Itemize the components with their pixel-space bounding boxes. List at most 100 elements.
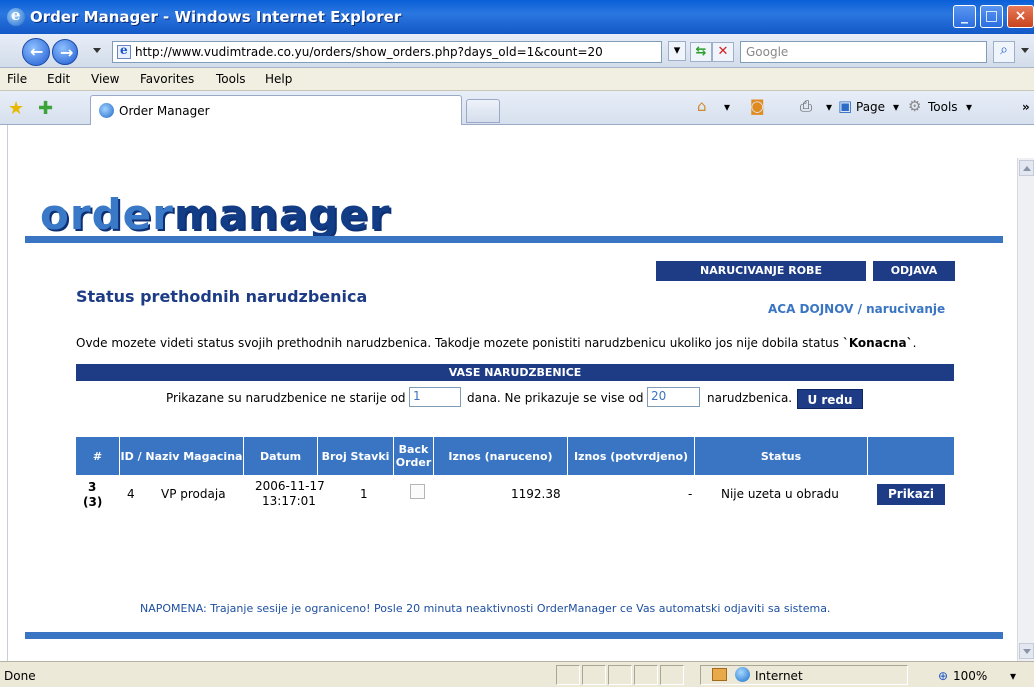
content-top-gap bbox=[0, 125, 1034, 158]
intro-text: Ovde mozete videti status svojih prethod… bbox=[76, 336, 916, 350]
chevron-more-icon[interactable]: » bbox=[1022, 100, 1030, 114]
menu-favorites[interactable]: Favorites bbox=[140, 72, 194, 86]
row-number: 3 bbox=[88, 480, 97, 494]
col-id-warehouse: ID / Naziv Magacina bbox=[120, 437, 244, 475]
page-menu-label[interactable]: Page bbox=[856, 100, 885, 114]
home-dropdown-icon[interactable]: ▾ bbox=[724, 100, 730, 114]
tools-gear-icon[interactable]: ⚙ bbox=[908, 97, 921, 115]
col-items: Broj Stavki bbox=[318, 437, 394, 475]
zoom-icon[interactable]: ⊕ bbox=[938, 669, 948, 683]
filter-middle: dana. Ne prikazuje se vise od bbox=[467, 391, 644, 405]
page-title: Status prethodnih narudzbenica bbox=[76, 287, 368, 306]
row-confirmed: - bbox=[688, 487, 693, 501]
forward-button[interactable] bbox=[52, 39, 78, 65]
zoom-level[interactable]: 100% bbox=[953, 669, 987, 683]
maximize-button[interactable]: □ bbox=[980, 5, 1003, 28]
page-icon bbox=[117, 43, 131, 59]
print-icon[interactable]: ⎙ bbox=[800, 97, 812, 115]
intro-main: Ovde mozete videti status svojih prethod… bbox=[76, 336, 843, 350]
col-confirmed-amount: Iznos (potvrdjeno) bbox=[568, 437, 695, 475]
address-field[interactable]: http://www.vudimtrade.co.yu/orders/show_… bbox=[112, 41, 662, 63]
close-button[interactable]: × bbox=[1007, 5, 1034, 28]
protected-mode-icon bbox=[712, 668, 727, 681]
row-date: 2006-11-17 bbox=[255, 479, 325, 493]
logout-button[interactable]: ODJAVA bbox=[873, 261, 955, 281]
intro-end: . bbox=[912, 336, 917, 350]
address-dropdown-icon[interactable]: ▾ bbox=[668, 41, 686, 61]
minimize-button[interactable]: _ bbox=[953, 5, 976, 28]
status-text: Done bbox=[4, 669, 36, 683]
filter-prefix: Prikazane su narudzbenice ne starije od bbox=[166, 391, 406, 405]
days-input[interactable]: 1 bbox=[409, 387, 461, 407]
status-cell bbox=[660, 665, 684, 685]
row-ordered: 1192.38 bbox=[511, 487, 561, 501]
status-bar: Done Internet ⊕ 100% ▾ bbox=[0, 661, 1034, 687]
window-title: Order Manager - Windows Internet Explore… bbox=[30, 8, 402, 26]
col-ordered-amount: Iznos (naruceno) bbox=[434, 437, 568, 475]
stop-icon[interactable]: ✕ bbox=[712, 42, 734, 62]
logo-part-order: order bbox=[40, 190, 174, 239]
row-id: 4 bbox=[127, 487, 135, 501]
home-icon[interactable]: ⌂ bbox=[697, 97, 707, 115]
feeds-icon[interactable]: ◙ bbox=[750, 97, 765, 115]
session-note: NAPOMENA: Trajanje sesije je ograniceno!… bbox=[140, 602, 831, 615]
vertical-scrollbar[interactable] bbox=[1017, 158, 1034, 661]
menu-file[interactable]: File bbox=[7, 72, 27, 86]
refresh-icon[interactable]: ⇆ bbox=[690, 42, 712, 62]
recent-pages-dropdown[interactable] bbox=[93, 48, 101, 53]
count-input[interactable]: 20 bbox=[647, 387, 700, 407]
zoom-dropdown-icon[interactable]: ▾ bbox=[1010, 669, 1016, 683]
tab-label: Order Manager bbox=[119, 104, 210, 118]
search-input[interactable]: Google bbox=[740, 41, 987, 63]
menu-help[interactable]: Help bbox=[265, 72, 292, 86]
ok-button[interactable]: U redu bbox=[797, 389, 863, 409]
status-cell bbox=[556, 665, 580, 685]
back-button[interactable] bbox=[22, 38, 50, 66]
search-options-dropdown[interactable] bbox=[1021, 48, 1029, 53]
footer-divider bbox=[25, 632, 1003, 639]
header-divider bbox=[25, 236, 1003, 243]
tab-bar: ★ ✚ Order Manager ⌂ ▾ ◙ ⎙ ▾ ▣ Page ▾ ⚙ T… bbox=[0, 91, 1034, 125]
menu-view[interactable]: View bbox=[91, 72, 119, 86]
col-date: Datum bbox=[244, 437, 318, 475]
title-bar: Order Manager - Windows Internet Explore… bbox=[0, 0, 1034, 34]
logo-part-manager: manager bbox=[173, 190, 391, 239]
address-url: http://www.vudimtrade.co.yu/orders/show_… bbox=[135, 45, 603, 59]
row-time: 13:17:01 bbox=[262, 494, 316, 508]
favorites-star-icon[interactable]: ★ bbox=[8, 98, 24, 119]
menu-tools[interactable]: Tools bbox=[216, 72, 246, 86]
back-order-checkbox[interactable] bbox=[410, 484, 425, 499]
row-items: 1 bbox=[360, 487, 368, 501]
internet-globe-icon bbox=[735, 667, 750, 682]
show-order-button[interactable]: Prikazi bbox=[877, 484, 945, 505]
tools-menu-label[interactable]: Tools bbox=[928, 100, 958, 114]
status-cell bbox=[634, 665, 658, 685]
new-tab-button[interactable] bbox=[466, 99, 500, 123]
page-menu-icon[interactable]: ▣ bbox=[838, 97, 852, 115]
search-icon[interactable]: ⌕ bbox=[993, 41, 1015, 63]
row-warehouse: VP prodaja bbox=[161, 487, 226, 501]
order-goods-button[interactable]: NARUCIVANJE ROBE bbox=[656, 261, 866, 281]
scroll-up-icon[interactable] bbox=[1019, 160, 1034, 176]
intro-status: `Konacna` bbox=[842, 336, 913, 350]
col-back-order: Back Order bbox=[394, 437, 434, 475]
zone-cell bbox=[700, 665, 908, 685]
tab-order-manager[interactable]: Order Manager bbox=[90, 95, 462, 125]
tab-ie-icon bbox=[99, 103, 114, 118]
page-dropdown-icon[interactable]: ▾ bbox=[893, 100, 899, 114]
add-favorites-icon[interactable]: ✚ bbox=[38, 98, 53, 119]
filter-suffix: narudzbenica. bbox=[707, 391, 793, 405]
user-info: ACA DOJNOV / narucivanje bbox=[768, 302, 946, 316]
status-cell bbox=[582, 665, 606, 685]
col-status: Status bbox=[695, 437, 868, 475]
scroll-down-icon[interactable] bbox=[1019, 643, 1034, 659]
status-cell bbox=[608, 665, 632, 685]
content-left-edge bbox=[0, 125, 8, 661]
print-dropdown-icon[interactable]: ▾ bbox=[826, 100, 832, 114]
menu-edit[interactable]: Edit bbox=[47, 72, 70, 86]
ie-icon bbox=[7, 6, 25, 26]
row-number-sub: (3) bbox=[83, 495, 103, 509]
row-status: Nije uzeta u obradu bbox=[721, 487, 839, 501]
tools-dropdown-icon[interactable]: ▾ bbox=[966, 100, 972, 114]
col-number: # bbox=[76, 437, 120, 475]
